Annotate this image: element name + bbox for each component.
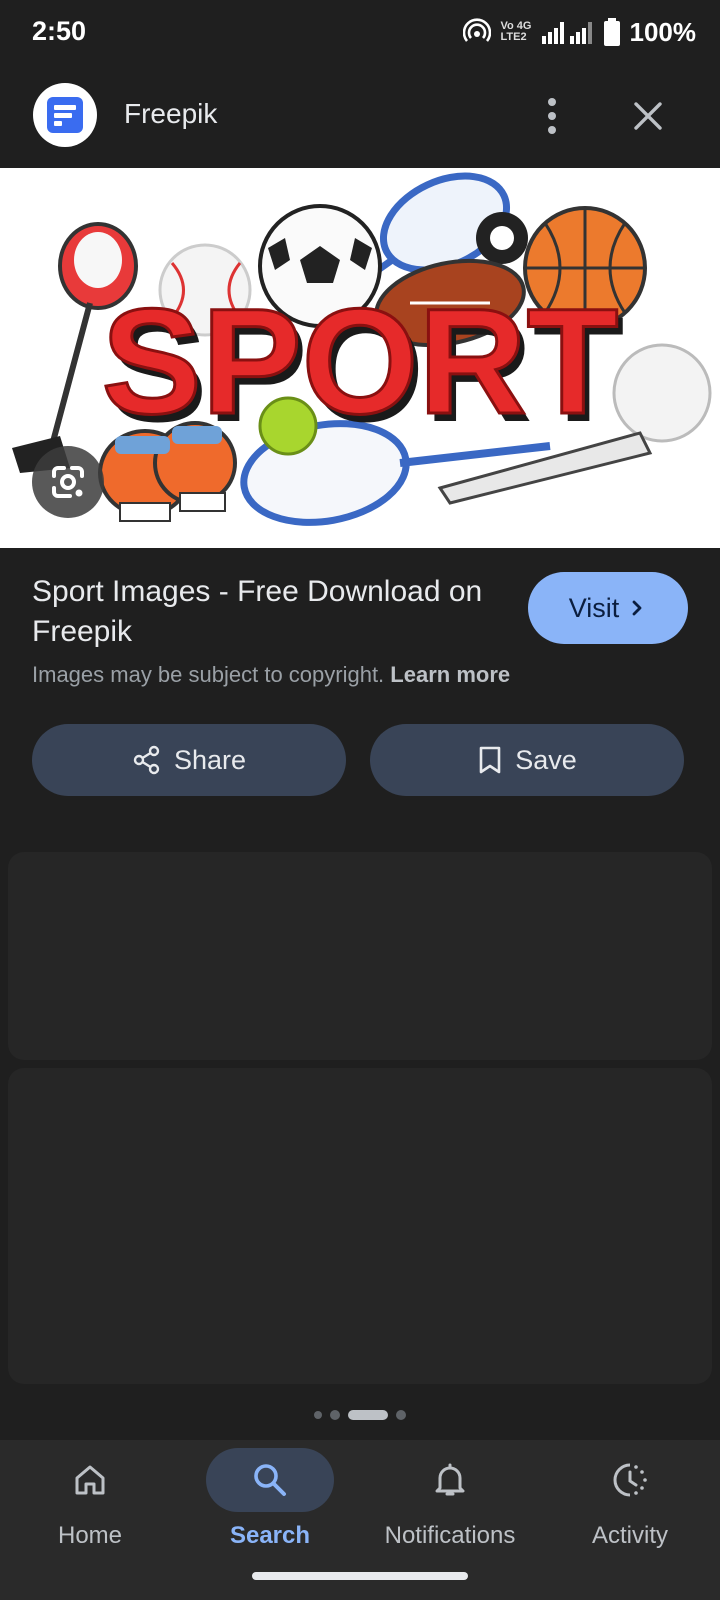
sport-word: SPORT xyxy=(102,277,619,445)
chevron-right-icon xyxy=(632,600,642,616)
status-bar: 2:50 Vo 4G LTE2 100% xyxy=(0,0,720,64)
nav-search[interactable]: Search xyxy=(180,1448,360,1558)
search-icon xyxy=(254,1464,286,1496)
google-lens-button[interactable] xyxy=(32,446,104,518)
close-button[interactable] xyxy=(624,92,672,140)
status-icons: Vo 4G LTE2 100% xyxy=(462,14,697,50)
pager-dot xyxy=(396,1410,406,1420)
nav-activity-icon-wrap xyxy=(566,1448,694,1512)
save-label: Save xyxy=(515,744,577,775)
activity-icon xyxy=(613,1463,647,1497)
loading-card xyxy=(8,1068,712,1384)
home-indicator[interactable] xyxy=(252,1572,468,1580)
nav-activity-label: Activity xyxy=(591,1522,668,1549)
nav-notifications-icon-wrap xyxy=(386,1448,514,1512)
nav-search-label: Search xyxy=(229,1522,311,1549)
hotspot-icon xyxy=(462,18,491,42)
battery-icon xyxy=(603,18,620,46)
pager-dot-active xyxy=(348,1410,388,1420)
sport-illustration: SPORT SPORT xyxy=(12,172,712,526)
home-icon xyxy=(75,1465,105,1495)
result-image[interactable]: SPORT SPORT xyxy=(0,168,720,548)
nav-home[interactable]: Home xyxy=(0,1448,180,1558)
nav-search-icon-wrap xyxy=(206,1448,334,1512)
site-name[interactable]: Freepik xyxy=(124,98,217,130)
visit-label: Visit xyxy=(568,592,620,623)
nav-notifications-label: Notifications xyxy=(384,1522,516,1549)
pager-dot xyxy=(314,1411,322,1419)
learn-more-link[interactable]: Learn more xyxy=(390,662,510,687)
signal-icon xyxy=(541,22,592,44)
network-bottom: LTE2 xyxy=(500,31,527,43)
battery-percent: 100% xyxy=(629,16,697,47)
nav-home-icon-wrap xyxy=(26,1448,154,1512)
bookmark-icon xyxy=(479,746,501,774)
copyright-notice: Images may be subject to copyright. Lear… xyxy=(32,662,510,688)
share-label: Share xyxy=(173,744,247,775)
nav-home-label: Home xyxy=(57,1522,123,1549)
bell-icon xyxy=(435,1463,465,1496)
more-options-button[interactable] xyxy=(528,92,576,140)
pager-dots xyxy=(0,1408,720,1422)
close-icon xyxy=(634,102,662,130)
more-vert-icon xyxy=(548,98,556,134)
network-type: Vo 4G LTE2 xyxy=(501,21,532,43)
copyright-text: Images may be subject to copyright. xyxy=(32,662,385,687)
pager-dot xyxy=(330,1410,340,1420)
google-lens-icon xyxy=(52,466,84,498)
header-bar xyxy=(0,64,720,168)
loading-card xyxy=(8,852,712,1060)
nav-activity[interactable]: Activity xyxy=(540,1448,720,1558)
freepik-logo-icon[interactable] xyxy=(33,83,97,147)
share-button[interactable]: Share xyxy=(32,724,346,796)
save-button[interactable]: Save xyxy=(370,724,684,796)
result-title[interactable]: Sport Images - Free Download on Freepik xyxy=(32,572,492,652)
share-icon xyxy=(133,745,160,775)
visit-button[interactable]: Visit xyxy=(528,572,688,644)
status-time: 2:50 xyxy=(32,16,87,46)
nav-notifications[interactable]: Notifications xyxy=(360,1448,540,1558)
